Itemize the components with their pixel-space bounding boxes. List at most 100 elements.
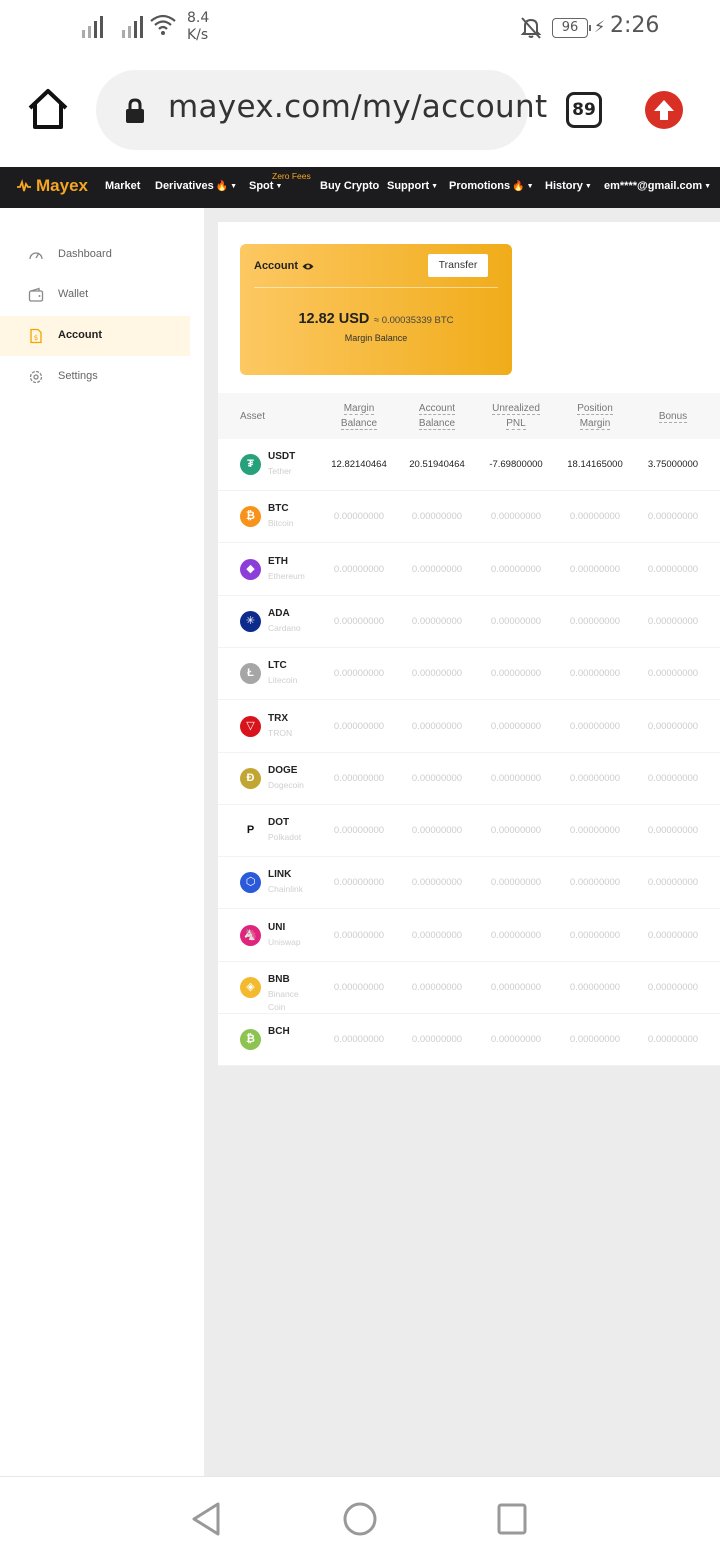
table-row[interactable]: ▽ TRX TRON 0.00000000 0.00000000 0.00000000 0.… — [218, 701, 720, 753]
transfer-button[interactable]: Transfer — [428, 254, 488, 277]
chevron-down-icon: ▼ — [230, 183, 238, 190]
table-cell: 0.00000000 — [411, 772, 463, 784]
table-cell: 0.00000000 — [569, 615, 621, 627]
home-nav-icon[interactable] — [342, 1501, 378, 1537]
nav-market[interactable]: Market — [105, 180, 140, 192]
home-icon[interactable] — [26, 86, 70, 132]
doge-coin-icon: Ð — [240, 767, 261, 789]
col-asset: Asset — [240, 411, 266, 422]
table-cell: 0.00000000 — [411, 929, 463, 941]
sidebar-item-account[interactable]: $ Account — [0, 316, 190, 356]
table-cell: 0.00000000 — [647, 825, 699, 837]
table-row[interactable]: ◆ ETH Ethereum 0.00000000 0.00000000 0.000000… — [218, 544, 720, 596]
nav-promotions[interactable]: Promotions 🔥 ▼ — [449, 180, 534, 192]
table-cell: 0.00000000 — [411, 825, 463, 837]
sidebar-item-settings[interactable]: Settings — [0, 357, 190, 397]
sidebar: Dashboard Wallet $ Account Settings — [0, 208, 204, 1476]
update-button[interactable] — [645, 91, 683, 129]
table-cell: 0.00000000 — [333, 929, 385, 941]
eye-icon[interactable] — [302, 262, 314, 271]
tab-switcher-button[interactable]: 89 — [566, 92, 602, 128]
address-bar[interactable]: mayex.com/my/account — [96, 70, 547, 150]
back-icon[interactable] — [190, 1501, 222, 1537]
table-cell: 0.00000000 — [411, 877, 463, 889]
asset-name: Polkadot — [268, 832, 302, 843]
table-row[interactable]: 🦄 UNI Uniswap 0.00000000 0.00000000 0.0000000… — [218, 910, 720, 962]
table-cell: 0.00000000 — [490, 720, 542, 732]
clock: 2:26 — [610, 13, 660, 38]
table-cell: 0.00000000 — [333, 668, 385, 680]
table-cell: 0.00000000 — [333, 720, 385, 732]
table-cell: 0.00000000 — [569, 772, 621, 784]
btc-coin-icon: ₿ — [240, 506, 261, 528]
col-unrealized-pnl[interactable]: Unrealized PNL — [478, 401, 554, 431]
table-cell: 0.00000000 — [333, 1034, 385, 1046]
card-title: Account — [254, 260, 314, 272]
table-cell: 0.00000000 — [333, 772, 385, 784]
asset-name: Dogecoin — [268, 779, 304, 790]
table-row[interactable]: Ð DOGE Dogecoin 0.00000000 0.00000000 0.00000… — [218, 753, 720, 805]
asset-name: Binance Coin — [268, 989, 299, 1012]
fire-icon: 🔥 — [215, 181, 229, 192]
table-row[interactable]: ✳ ADA Cardano 0.00000000 0.00000000 0.0000000… — [218, 596, 720, 648]
table-row[interactable]: ◈ BNB Binance Coin 0.00000000 0.00000000 0.00… — [218, 962, 720, 1014]
table-row[interactable]: ₿ BTC Bitcoin 0.00000000 0.00000000 0.0000000… — [218, 491, 720, 544]
table-cell: 3.75000000 — [647, 459, 699, 470]
nav-buy-crypto[interactable]: Buy Crypto — [320, 180, 379, 192]
table-cell: 0.00000000 — [411, 720, 463, 732]
asset-symbol: BTC — [268, 503, 289, 515]
table-cell: 0.00000000 — [490, 1034, 542, 1046]
table-row[interactable]: ₮ USDT Tether 12.82140464 20.51940464 -7.6980… — [218, 439, 720, 491]
link-coin-icon: ⬡ — [240, 872, 261, 894]
table-cell: 0.00000000 — [333, 615, 385, 627]
asset-symbol: USDT — [268, 451, 296, 462]
col-bonus[interactable]: Bonus — [635, 409, 711, 424]
table-cell: 0.00000000 — [490, 825, 542, 837]
table-cell: 0.00000000 — [490, 563, 542, 575]
asset-name: Ethereum — [268, 570, 305, 581]
nav-account-email[interactable]: em****@gmail.com ▼ — [604, 180, 711, 192]
table-row[interactable]: P DOT Polkadot 0.00000000 0.00000000 0.000000… — [218, 805, 720, 858]
table-row[interactable]: ₿ BCH 0.00000000 0.00000000 0.00000000 0.0000… — [218, 1014, 720, 1067]
trx-coin-icon: ▽ — [240, 715, 261, 737]
nav-support[interactable]: Support ▼ — [387, 180, 438, 192]
table-cell: 20.51940464 — [409, 459, 465, 470]
ada-coin-icon: ✳ — [240, 610, 261, 632]
nav-spot[interactable]: Spot ▼ — [249, 180, 282, 192]
account-panel: Account Transfer 12.82 USD ≈ 0.00035339 … — [218, 222, 720, 1067]
asset-symbol: DOT — [268, 817, 290, 829]
bell-muted-icon — [520, 17, 542, 39]
table-cell: 0.00000000 — [490, 772, 542, 784]
col-position-margin[interactable]: Position Margin — [557, 401, 633, 431]
table-cell: 0.00000000 — [647, 772, 699, 784]
sidebar-item-dashboard[interactable]: Dashboard — [0, 235, 190, 275]
bnb-coin-icon: ◈ — [240, 977, 261, 998]
main-content: Account Transfer 12.82 USD ≈ 0.00035339 … — [204, 208, 720, 1476]
asset-symbol: ETH — [268, 555, 288, 567]
nav-history[interactable]: History ▼ — [545, 180, 592, 192]
asset-symbol: TRX — [268, 712, 288, 724]
asset-name: Tether — [268, 466, 292, 476]
battery-indicator: 96 — [552, 18, 591, 38]
asset-symbol: BCH — [268, 1026, 290, 1038]
asset-name: Litecoin — [268, 675, 298, 686]
table-cell: 0.00000000 — [647, 511, 699, 523]
asset-symbol: LTC — [268, 660, 287, 672]
table-cell: 0.00000000 — [569, 511, 621, 523]
table-cell: 0.00000000 — [333, 563, 385, 575]
table-row[interactable]: ⬡ LINK Chainlink 0.00000000 0.00000000 0.0000… — [218, 857, 720, 910]
table-cell: 0.00000000 — [647, 1034, 699, 1046]
table-cell: -7.69800000 — [489, 459, 543, 470]
table-cell: 0.00000000 — [411, 511, 463, 523]
table-cell: 0.00000000 — [647, 720, 699, 732]
mayex-logo[interactable]: Mayex — [16, 176, 88, 196]
col-account-balance[interactable]: Account Balance — [399, 401, 475, 431]
recents-icon[interactable] — [496, 1501, 528, 1537]
usdt-coin-icon: ₮ — [240, 454, 261, 475]
table-cell: 0.00000000 — [411, 982, 463, 993]
col-margin-balance[interactable]: Margin Balance — [321, 401, 397, 431]
nav-derivatives[interactable]: Derivatives 🔥 ▼ — [155, 180, 237, 192]
signal-icon-2 — [122, 14, 143, 38]
table-row[interactable]: Ł LTC Litecoin 0.00000000 0.00000000 0.000000… — [218, 648, 720, 701]
sidebar-item-wallet[interactable]: Wallet — [0, 275, 190, 315]
